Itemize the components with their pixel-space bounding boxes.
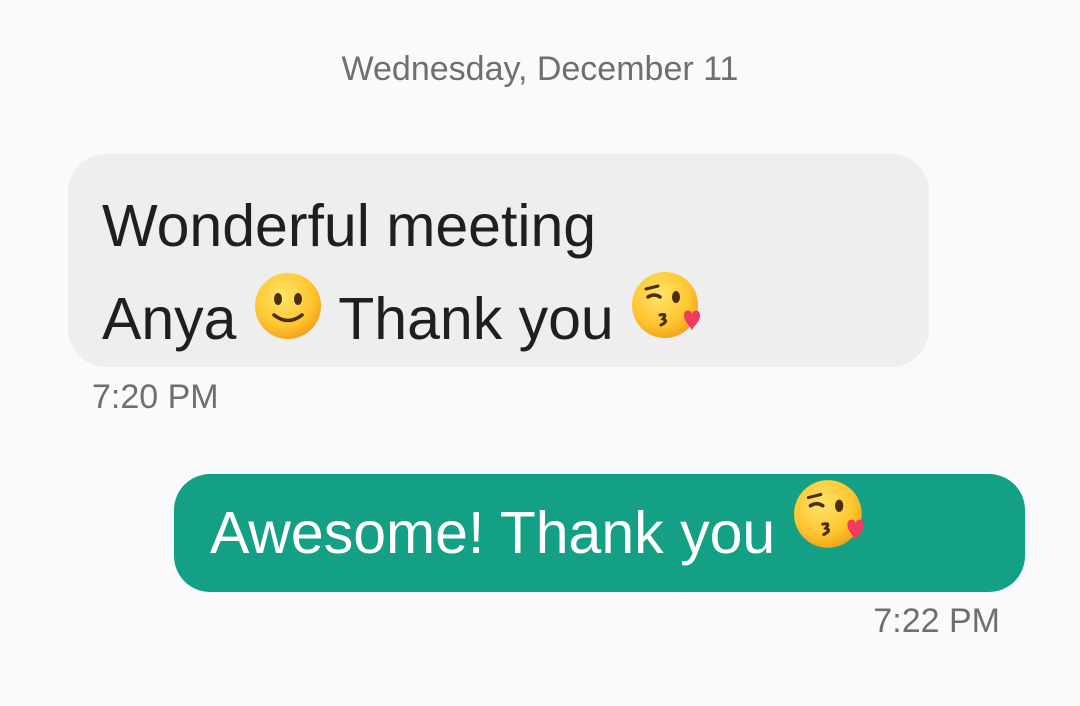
message-line-1: Wonderful meeting <box>102 193 597 259</box>
face-blowing-kiss-icon <box>630 269 708 370</box>
incoming-message-bubble[interactable]: Wonderful meeting Anya Thank you <box>68 154 929 367</box>
incoming-message-timestamp: 7:20 PM <box>92 378 219 416</box>
face-blowing-kiss-icon <box>792 474 872 592</box>
outgoing-message-timestamp: 7:22 PM <box>873 602 1000 640</box>
outgoing-message-text: Awesome! Thank you <box>210 500 776 566</box>
message-text-name: Anya <box>102 286 237 353</box>
message-text-thanks: Thank you <box>338 286 614 353</box>
slightly-smiling-face-icon <box>253 271 323 368</box>
date-header: Wednesday, December 11 <box>341 50 739 88</box>
outgoing-message-bubble[interactable]: Awesome! Thank you <box>174 474 1025 592</box>
message-line-2: Anya Thank you <box>102 271 895 374</box>
